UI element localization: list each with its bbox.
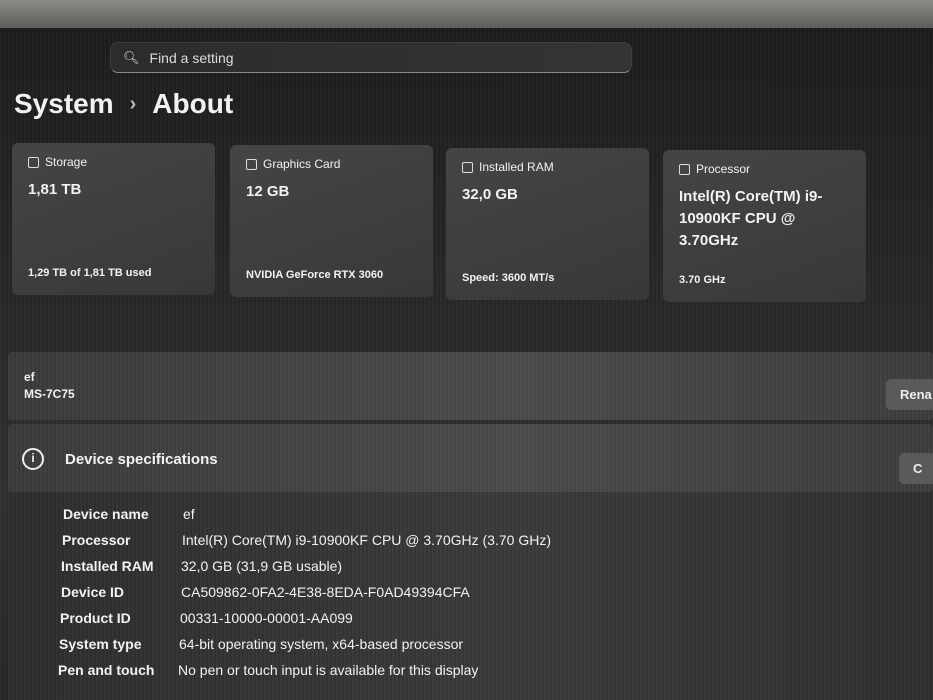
device-name: ef: [24, 370, 35, 384]
card-label: Installed RAM: [479, 160, 554, 174]
spec-key: Device name: [63, 506, 149, 522]
spec-key: Device ID: [61, 584, 125, 600]
spec-row: Processor Intel(R) Core(TM) i9-10900KF CP…: [62, 532, 551, 548]
storage-icon: [28, 156, 39, 168]
storage-card[interactable]: Storage 1,81 TB 1,29 TB of 1,81 TB used: [12, 143, 215, 295]
spec-value: CA509862-0FA2-4E38-8EDA-F0AD49394CFA: [181, 584, 470, 600]
card-sub: Speed: 3600 MT/s: [462, 272, 555, 284]
card-sub: NVIDIA GeForce RTX 3060: [246, 269, 384, 281]
card-value: 1,81 TB: [28, 181, 82, 198]
spec-row: Pen and touch No pen or touch input is av…: [58, 662, 478, 678]
graphics-card-icon: [246, 158, 257, 170]
processor-icon: [679, 163, 690, 175]
spec-value: ef: [183, 506, 195, 522]
spec-value: 00331-10000-00001-AA099: [180, 610, 353, 626]
device-specifications-header[interactable]: i Device specifications: [8, 424, 933, 492]
card-value: 32,0 GB: [462, 186, 518, 203]
spec-row: System type 64-bit operating system, x64-…: [59, 636, 463, 652]
card-value: 12 GB: [246, 183, 290, 200]
spec-value: No pen or touch input is available for t…: [178, 662, 479, 678]
graphics-card-card[interactable]: Graphics Card 12 GB NVIDIA GeForce RTX 3…: [230, 145, 433, 297]
spec-key: Installed RAM: [61, 558, 154, 574]
copy-button[interactable]: C: [899, 453, 933, 484]
card-sub: 3.70 GHz: [679, 274, 726, 286]
specs-title: Device specifications: [65, 451, 218, 468]
card-label: Graphics Card: [263, 157, 341, 171]
spec-key: Product ID: [60, 610, 131, 626]
search-placeholder: Find a setting: [149, 49, 234, 66]
spec-key: Pen and touch: [58, 662, 155, 678]
background-above-monitor: [0, 0, 933, 30]
chevron-right-icon: ›: [129, 92, 137, 115]
spec-row: Device ID CA509862-0FA2-4E38-8EDA-F0AD493…: [61, 584, 470, 600]
info-icon: i: [22, 448, 44, 470]
card-sub: 1,29 TB of 1,81 TB used: [28, 267, 152, 279]
card-value: Intel(R) Core(TM) i9-10900KF CPU @ 3.70G…: [679, 188, 823, 249]
installed-ram-card[interactable]: Installed RAM 32,0 GB Speed: 3600 MT/s: [446, 148, 649, 300]
device-name-row: ef MS-7C75: [8, 352, 933, 420]
spec-key: System type: [59, 636, 142, 652]
spec-key: Processor: [62, 532, 131, 548]
breadcrumb-system[interactable]: System: [14, 88, 114, 120]
card-label: Storage: [45, 155, 88, 169]
search-input[interactable]: 🔍︎ Find a setting: [110, 42, 632, 73]
page-title: About: [152, 88, 234, 119]
spec-value: Intel(R) Core(TM) i9-10900KF CPU @ 3.70G…: [182, 532, 551, 548]
spec-value: 32,0 GB (31,9 GB usable): [181, 558, 343, 574]
rename-button[interactable]: Rena: [886, 379, 933, 410]
ram-icon: [462, 161, 473, 173]
breadcrumb: System › About: [14, 88, 233, 120]
processor-card[interactable]: Processor Intel(R) Core(TM) i9-10900KF C…: [663, 150, 866, 302]
spec-row: Device name ef: [63, 506, 195, 522]
spec-value: 64-bit operating system, x64-based proce…: [179, 636, 464, 652]
spec-row: Product ID 00331-10000-00001-AA099: [60, 610, 353, 626]
device-model: MS-7C75: [24, 387, 75, 401]
spec-row: Installed RAM 32,0 GB (31,9 GB usable): [61, 558, 342, 574]
card-label: Processor: [696, 162, 751, 176]
search-icon: 🔍︎: [123, 49, 140, 65]
